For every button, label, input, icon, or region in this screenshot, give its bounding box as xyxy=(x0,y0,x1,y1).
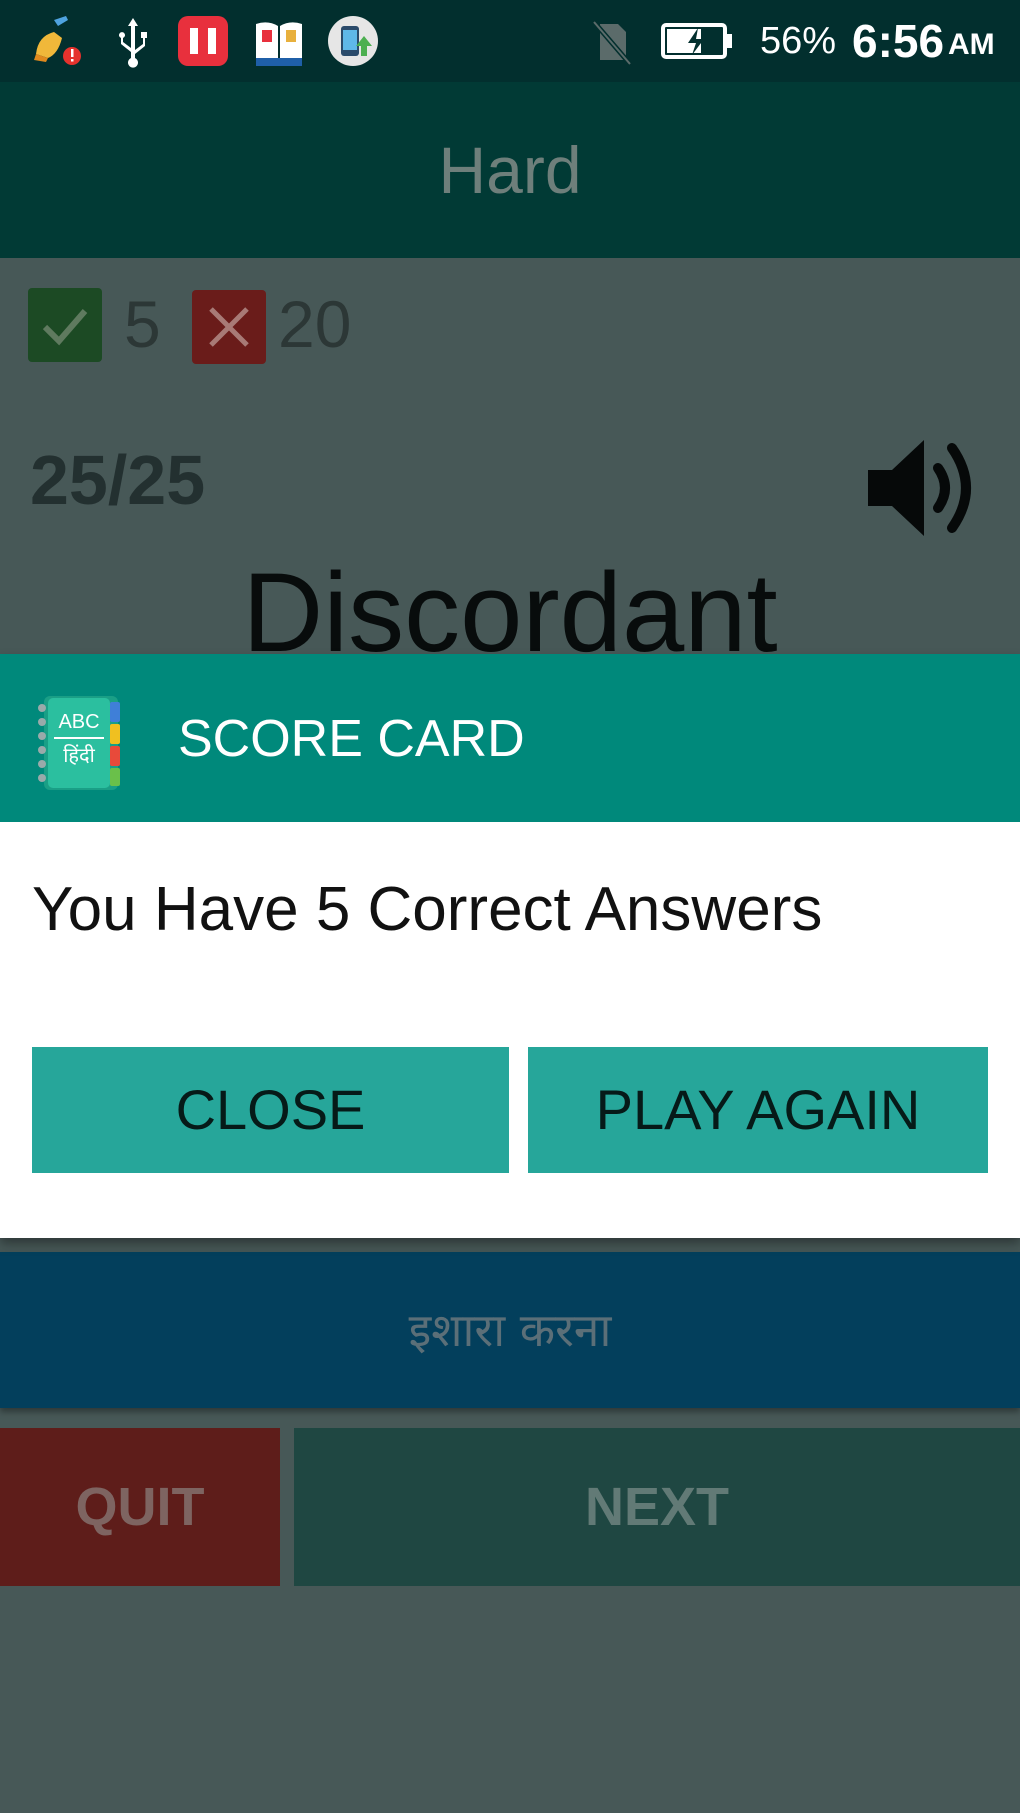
question-progress: 25/25 xyxy=(30,441,206,519)
play-again-button[interactable]: PLAY AGAIN xyxy=(528,1047,988,1173)
battery-percent: 56% xyxy=(760,20,837,62)
usb-icon xyxy=(119,18,147,68)
dialog-body: You Have 5 Correct Answers CLOSE PLAY AG… xyxy=(0,822,1020,1238)
wrong-chip xyxy=(192,290,266,364)
no-sim-icon xyxy=(592,20,632,66)
quiz-word: Discordant xyxy=(242,550,778,653)
dialog-header: ABC हिंदी SCORE CARD xyxy=(0,654,1020,822)
app-red-icon xyxy=(178,16,228,66)
phone-upload-icon xyxy=(328,16,378,66)
dictionary-app-icon xyxy=(256,22,302,66)
dialog-message: You Have 5 Correct Answers xyxy=(32,875,823,944)
correct-count: 5 xyxy=(124,287,161,361)
battery-charging-icon xyxy=(661,23,732,59)
app-bar: Hard xyxy=(0,82,1020,258)
score-card-dialog: ABC हिंदी SCORE CARD You Have 5 Correct … xyxy=(0,654,1020,1238)
dialog-title: SCORE CARD xyxy=(178,710,525,768)
clock-ampm: AM xyxy=(948,28,995,61)
page-title: Hard xyxy=(438,133,582,207)
clock-time: 6:56 xyxy=(852,15,945,67)
close-button[interactable]: CLOSE xyxy=(32,1047,509,1173)
logo-text-top: ABC xyxy=(58,711,99,733)
correct-chip xyxy=(28,288,102,362)
next-button[interactable]: NEXT xyxy=(294,1428,1020,1586)
wrong-count: 20 xyxy=(278,287,352,361)
speaker-icon[interactable] xyxy=(866,432,982,544)
quit-button[interactable]: QUIT xyxy=(0,1428,280,1586)
app-logo-icon: ABC हिंदी xyxy=(38,696,120,790)
cleaner-alert-icon xyxy=(34,16,81,65)
check-icon xyxy=(42,309,88,346)
status-bar: 56% 6:56 AM xyxy=(0,0,1020,82)
logo-text-bottom: हिंदी xyxy=(63,743,95,767)
hint-button[interactable]: इशारा करना xyxy=(0,1252,1020,1408)
cross-icon xyxy=(209,307,249,347)
